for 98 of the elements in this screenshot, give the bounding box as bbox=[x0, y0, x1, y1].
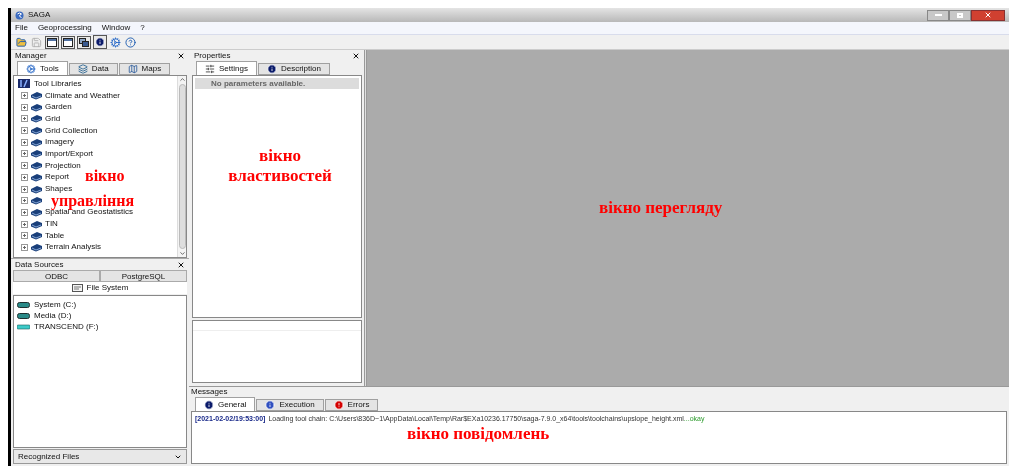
tools-button[interactable] bbox=[109, 35, 122, 49]
expand-icon[interactable] bbox=[21, 208, 28, 216]
tree-item[interactable]: Import/Export bbox=[45, 147, 93, 160]
expand-icon[interactable] bbox=[21, 173, 28, 181]
menu-item[interactable]: Geoprocessing bbox=[37, 22, 92, 34]
expand-icon[interactable] bbox=[21, 115, 28, 123]
expand-icon[interactable] bbox=[21, 243, 28, 251]
tree-item[interactable]: Terrain Analysis bbox=[45, 241, 102, 254]
tree-item[interactable]: Grid bbox=[45, 112, 61, 125]
minimize-button[interactable] bbox=[927, 9, 949, 21]
tree-item[interactable]: Shapes bbox=[45, 183, 73, 196]
notice-bar: No parameters available. bbox=[195, 78, 359, 89]
window-title: SAGA bbox=[28, 9, 51, 21]
book-icon bbox=[30, 242, 43, 252]
tab[interactable]: PostgreSQL bbox=[100, 270, 187, 282]
tab[interactable]: Data bbox=[68, 63, 118, 75]
menu-item[interactable]: Window bbox=[101, 22, 131, 34]
tab[interactable]: Settings bbox=[196, 61, 257, 75]
tab[interactable]: Execution bbox=[256, 399, 324, 411]
tree-item[interactable]: Report bbox=[45, 171, 69, 184]
settings-icon bbox=[205, 63, 215, 74]
drive-item[interactable]: System (C:) bbox=[34, 298, 77, 311]
tab[interactable]: Description bbox=[257, 63, 330, 75]
drive-icon bbox=[17, 301, 30, 308]
open-button[interactable] bbox=[15, 35, 28, 49]
book-icon bbox=[30, 149, 43, 159]
annotation: управління bbox=[51, 193, 135, 209]
tab[interactable]: Errors bbox=[324, 399, 379, 411]
tree-item[interactable]: Tool Libraries bbox=[34, 77, 82, 90]
info-button[interactable] bbox=[93, 35, 107, 49]
tree-item[interactable]: Garden bbox=[45, 101, 72, 114]
book-icon bbox=[30, 219, 43, 229]
expand-icon[interactable] bbox=[21, 185, 28, 193]
book-icon bbox=[30, 161, 43, 171]
expand-icon[interactable] bbox=[21, 150, 28, 158]
scrollbar[interactable] bbox=[177, 76, 186, 257]
close-icon[interactable] bbox=[177, 260, 185, 269]
tab[interactable]: Tools bbox=[17, 61, 68, 75]
book-icon bbox=[30, 184, 43, 194]
book-icon bbox=[30, 102, 43, 112]
drive-item[interactable]: TRANSCEND (F:) bbox=[34, 320, 99, 333]
close-icon bbox=[984, 11, 992, 19]
expand-icon[interactable] bbox=[21, 162, 28, 170]
close-button[interactable] bbox=[971, 9, 1005, 21]
book-icon bbox=[30, 207, 43, 217]
tree-item[interactable]: Imagery bbox=[45, 136, 74, 149]
tab[interactable]: File System bbox=[13, 282, 187, 294]
drive-item[interactable]: Media (D:) bbox=[34, 309, 72, 322]
windows-button[interactable] bbox=[77, 35, 91, 49]
tab[interactable]: Maps bbox=[118, 63, 171, 75]
gears-icon bbox=[26, 63, 36, 74]
expand-icon[interactable] bbox=[21, 138, 28, 146]
scroll-down-icon[interactable] bbox=[178, 250, 186, 257]
restore-button[interactable] bbox=[949, 9, 971, 21]
book-icon bbox=[30, 231, 43, 241]
panel-title: Data Sources bbox=[15, 260, 64, 269]
close-icon[interactable] bbox=[352, 51, 360, 60]
expand-icon[interactable] bbox=[21, 220, 28, 228]
panel-title: Messages bbox=[191, 388, 228, 396]
annotation: вікно bbox=[85, 168, 125, 184]
menu-item[interactable]: File bbox=[15, 22, 28, 34]
book-icon bbox=[30, 91, 43, 101]
map-icon bbox=[127, 64, 138, 74]
annotation: вікно властивостей bbox=[227, 146, 333, 186]
book-icon bbox=[30, 126, 43, 136]
tab[interactable]: General bbox=[195, 397, 256, 411]
expand-icon[interactable] bbox=[21, 92, 28, 100]
scroll-up-icon[interactable] bbox=[178, 76, 186, 83]
tree-item[interactable]: Table bbox=[45, 229, 65, 242]
tree-item[interactable]: Projection bbox=[45, 159, 81, 172]
expand-icon[interactable] bbox=[21, 103, 28, 111]
book-icon bbox=[30, 172, 43, 182]
tree-item[interactable]: TIN bbox=[45, 218, 58, 231]
expand-icon[interactable] bbox=[21, 197, 28, 205]
window-button[interactable] bbox=[61, 35, 75, 49]
file-filter-dropdown[interactable]: Recognized Files bbox=[13, 449, 187, 464]
tree-item[interactable]: Climate and Weather bbox=[45, 89, 120, 102]
drive-icon bbox=[17, 323, 30, 330]
app-logo-icon bbox=[15, 10, 24, 20]
window-button[interactable] bbox=[45, 35, 59, 49]
layers-icon bbox=[77, 64, 88, 74]
book-icon bbox=[30, 196, 43, 206]
tab[interactable]: ODBC bbox=[13, 270, 100, 282]
book-icon bbox=[30, 137, 43, 147]
book-icon bbox=[30, 114, 43, 124]
library-icon bbox=[18, 79, 30, 89]
annotation: вікно перегляду bbox=[599, 198, 723, 218]
expand-icon[interactable] bbox=[21, 127, 28, 135]
drive-icon bbox=[17, 312, 30, 319]
menu-item[interactable]: ? bbox=[140, 22, 145, 34]
tree-item[interactable]: Grid Collection bbox=[45, 124, 98, 137]
panel-title: Properties bbox=[194, 51, 231, 60]
panel-title: Manager bbox=[15, 51, 47, 60]
close-icon[interactable] bbox=[177, 51, 185, 60]
monitor-icon bbox=[71, 284, 83, 292]
annotation: вікно повідомлень bbox=[407, 424, 550, 444]
expand-icon[interactable] bbox=[21, 232, 28, 240]
help-button[interactable] bbox=[124, 35, 137, 49]
